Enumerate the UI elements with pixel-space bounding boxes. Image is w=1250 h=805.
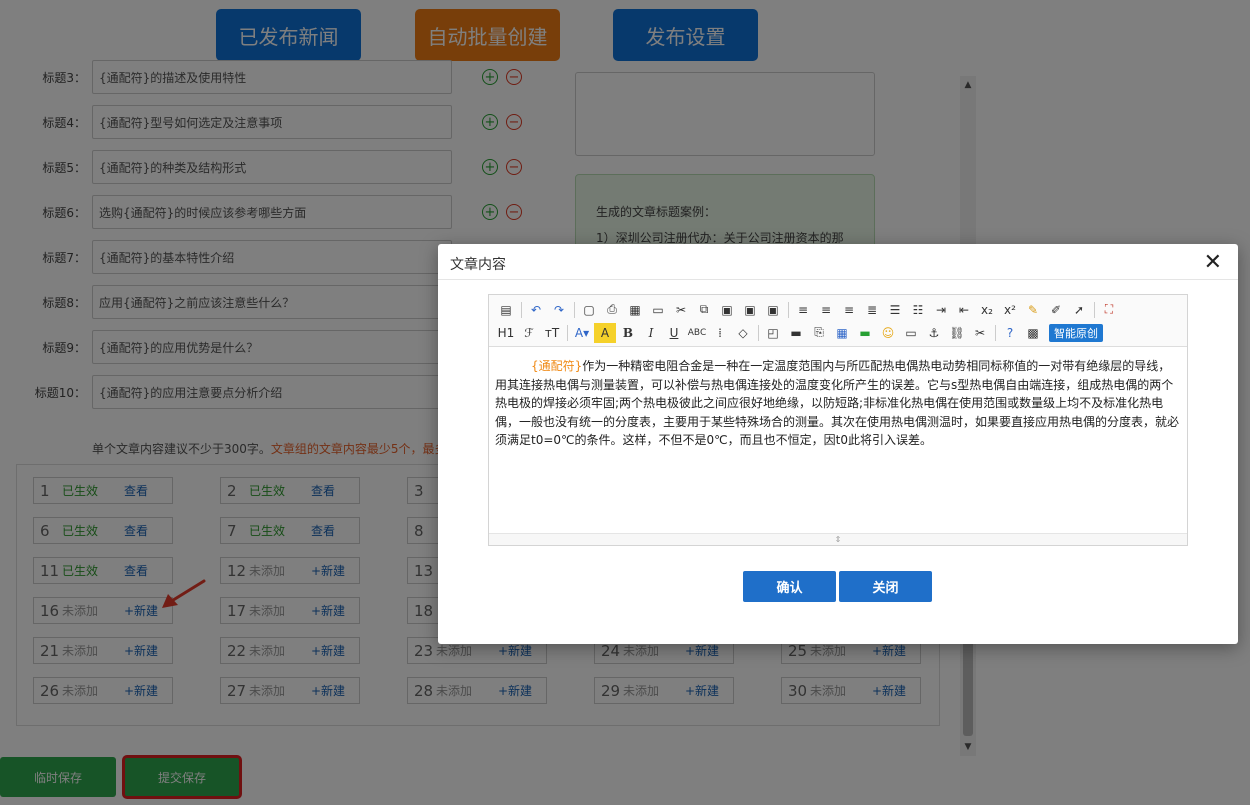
unlink-icon[interactable]: ✂ bbox=[969, 323, 991, 343]
heading-dropdown[interactable]: H1 bbox=[495, 323, 517, 343]
fullscreen-icon[interactable]: ⛶ bbox=[1098, 300, 1120, 320]
editor-content[interactable]: {通配符}作为一种精密电阻合金是一种在一定温度范围内与所匹配热电偶热电动势相同标… bbox=[489, 347, 1187, 531]
code-icon[interactable]: ▭ bbox=[647, 300, 669, 320]
line-height-icon[interactable]: ⁞ bbox=[709, 323, 731, 343]
template-icon[interactable]: ▦ bbox=[624, 300, 646, 320]
editor-resize-handle[interactable]: ⇕ bbox=[489, 533, 1187, 545]
toolbar-separator bbox=[1094, 301, 1095, 318]
editor-toolbar: ▤ ↶ ↷ ▢ ⎙ ▦ ▭ ✂ ⧉ ▣ ▣ ▣ ≡ ≡ ≡ ≣ ☰ ☷ ⇥ ⇤ … bbox=[489, 295, 1187, 347]
anchor-icon[interactable]: ⚓ bbox=[923, 323, 945, 343]
dialog-title: 文章内容 bbox=[450, 257, 506, 273]
help-icon[interactable]: ? bbox=[999, 323, 1021, 343]
wildcard-placeholder: {通配符} bbox=[531, 359, 583, 373]
italic-icon[interactable]: I bbox=[640, 323, 662, 343]
insert-image-icon[interactable]: ▩ bbox=[1022, 323, 1044, 343]
font-size-dropdown[interactable]: ᴛT bbox=[541, 323, 563, 343]
close-icon[interactable]: ✕ bbox=[1204, 250, 1222, 275]
article-content-dialog: 文章内容 ✕ ▤ ↶ ↷ ▢ ⎙ ▦ ▭ ✂ ⧉ ▣ ▣ ▣ ≡ ≡ ≡ ≣ ☰… bbox=[438, 244, 1238, 644]
ordered-list-icon[interactable]: ☰ bbox=[884, 300, 906, 320]
insert-row-icon[interactable]: ▬ bbox=[854, 323, 876, 343]
redo-icon[interactable]: ↷ bbox=[548, 300, 570, 320]
toolbar-separator bbox=[995, 324, 996, 341]
align-left-icon[interactable]: ≡ bbox=[792, 300, 814, 320]
paste-word-icon[interactable]: ▣ bbox=[762, 300, 784, 320]
pointer-icon[interactable]: ➚ bbox=[1068, 300, 1090, 320]
toolbar-row-2: H1 ℱ ᴛT A▾ A B I U ABC ⁞ ◇ ◰ ▬ ⎘ ▦ ▬ ☺ ▭ bbox=[495, 321, 1181, 344]
flash-icon[interactable]: ▬ bbox=[785, 323, 807, 343]
strikethrough-icon[interactable]: ABC bbox=[686, 323, 708, 343]
rich-text-editor: ▤ ↶ ↷ ▢ ⎙ ▦ ▭ ✂ ⧉ ▣ ▣ ▣ ≡ ≡ ≡ ≣ ☰ ☷ ⇥ ⇤ … bbox=[488, 294, 1188, 546]
font-family-dropdown[interactable]: ℱ bbox=[518, 323, 540, 343]
subscript-icon[interactable]: x₂ bbox=[976, 300, 998, 320]
emoji-icon[interactable]: ☺ bbox=[877, 323, 899, 343]
preview-icon[interactable]: ▢ bbox=[578, 300, 600, 320]
link-icon[interactable]: ⛓ bbox=[946, 323, 968, 343]
table-icon[interactable]: ▦ bbox=[831, 323, 853, 343]
attachment-icon[interactable]: ⎘ bbox=[808, 323, 830, 343]
paste-icon[interactable]: ▣ bbox=[716, 300, 738, 320]
dialog-divider bbox=[438, 279, 1238, 280]
confirm-button[interactable]: 确认 bbox=[743, 571, 836, 602]
image-icon[interactable]: ◰ bbox=[762, 323, 784, 343]
toolbar-separator bbox=[574, 301, 575, 318]
toolbar-row-1: ▤ ↶ ↷ ▢ ⎙ ▦ ▭ ✂ ⧉ ▣ ▣ ▣ ≡ ≡ ≡ ≣ ☰ ☷ ⇥ ⇤ … bbox=[495, 298, 1181, 321]
align-right-icon[interactable]: ≡ bbox=[838, 300, 860, 320]
toolbar-separator bbox=[567, 324, 568, 341]
toolbar-separator bbox=[788, 301, 789, 318]
font-color-icon[interactable]: A▾ bbox=[571, 323, 593, 343]
print-icon[interactable]: ⎙ bbox=[601, 300, 623, 320]
close-button[interactable]: 关闭 bbox=[839, 571, 932, 602]
toolbar-separator bbox=[521, 301, 522, 318]
align-justify-icon[interactable]: ≣ bbox=[861, 300, 883, 320]
undo-icon[interactable]: ↶ bbox=[525, 300, 547, 320]
indent-icon[interactable]: ⇥ bbox=[930, 300, 952, 320]
cut-icon[interactable]: ✂ bbox=[670, 300, 692, 320]
highlight-icon[interactable]: A bbox=[594, 322, 616, 343]
smart-original-button[interactable]: 智能原创 bbox=[1049, 323, 1103, 342]
copy-icon[interactable]: ⧉ bbox=[693, 300, 715, 320]
eraser-icon[interactable]: ◇ bbox=[732, 323, 754, 343]
underline-icon[interactable]: U bbox=[663, 323, 685, 343]
superscript-icon[interactable]: x² bbox=[999, 300, 1021, 320]
source-icon[interactable]: ▤ bbox=[495, 300, 517, 320]
unordered-list-icon[interactable]: ☷ bbox=[907, 300, 929, 320]
toolbar-separator bbox=[758, 324, 759, 341]
select-all-icon[interactable]: ✐ bbox=[1045, 300, 1067, 320]
align-center-icon[interactable]: ≡ bbox=[815, 300, 837, 320]
outdent-icon[interactable]: ⇤ bbox=[953, 300, 975, 320]
page-break-icon[interactable]: ▭ bbox=[900, 323, 922, 343]
clear-format-icon[interactable]: ✎ bbox=[1022, 300, 1044, 320]
article-body-text: 作为一种精密电阻合金是一种在一定温度范围内与所匹配热电偶热电动势相同标称值的一对… bbox=[495, 359, 1180, 447]
paste-text-icon[interactable]: ▣ bbox=[739, 300, 761, 320]
bold-icon[interactable]: B bbox=[617, 323, 639, 343]
